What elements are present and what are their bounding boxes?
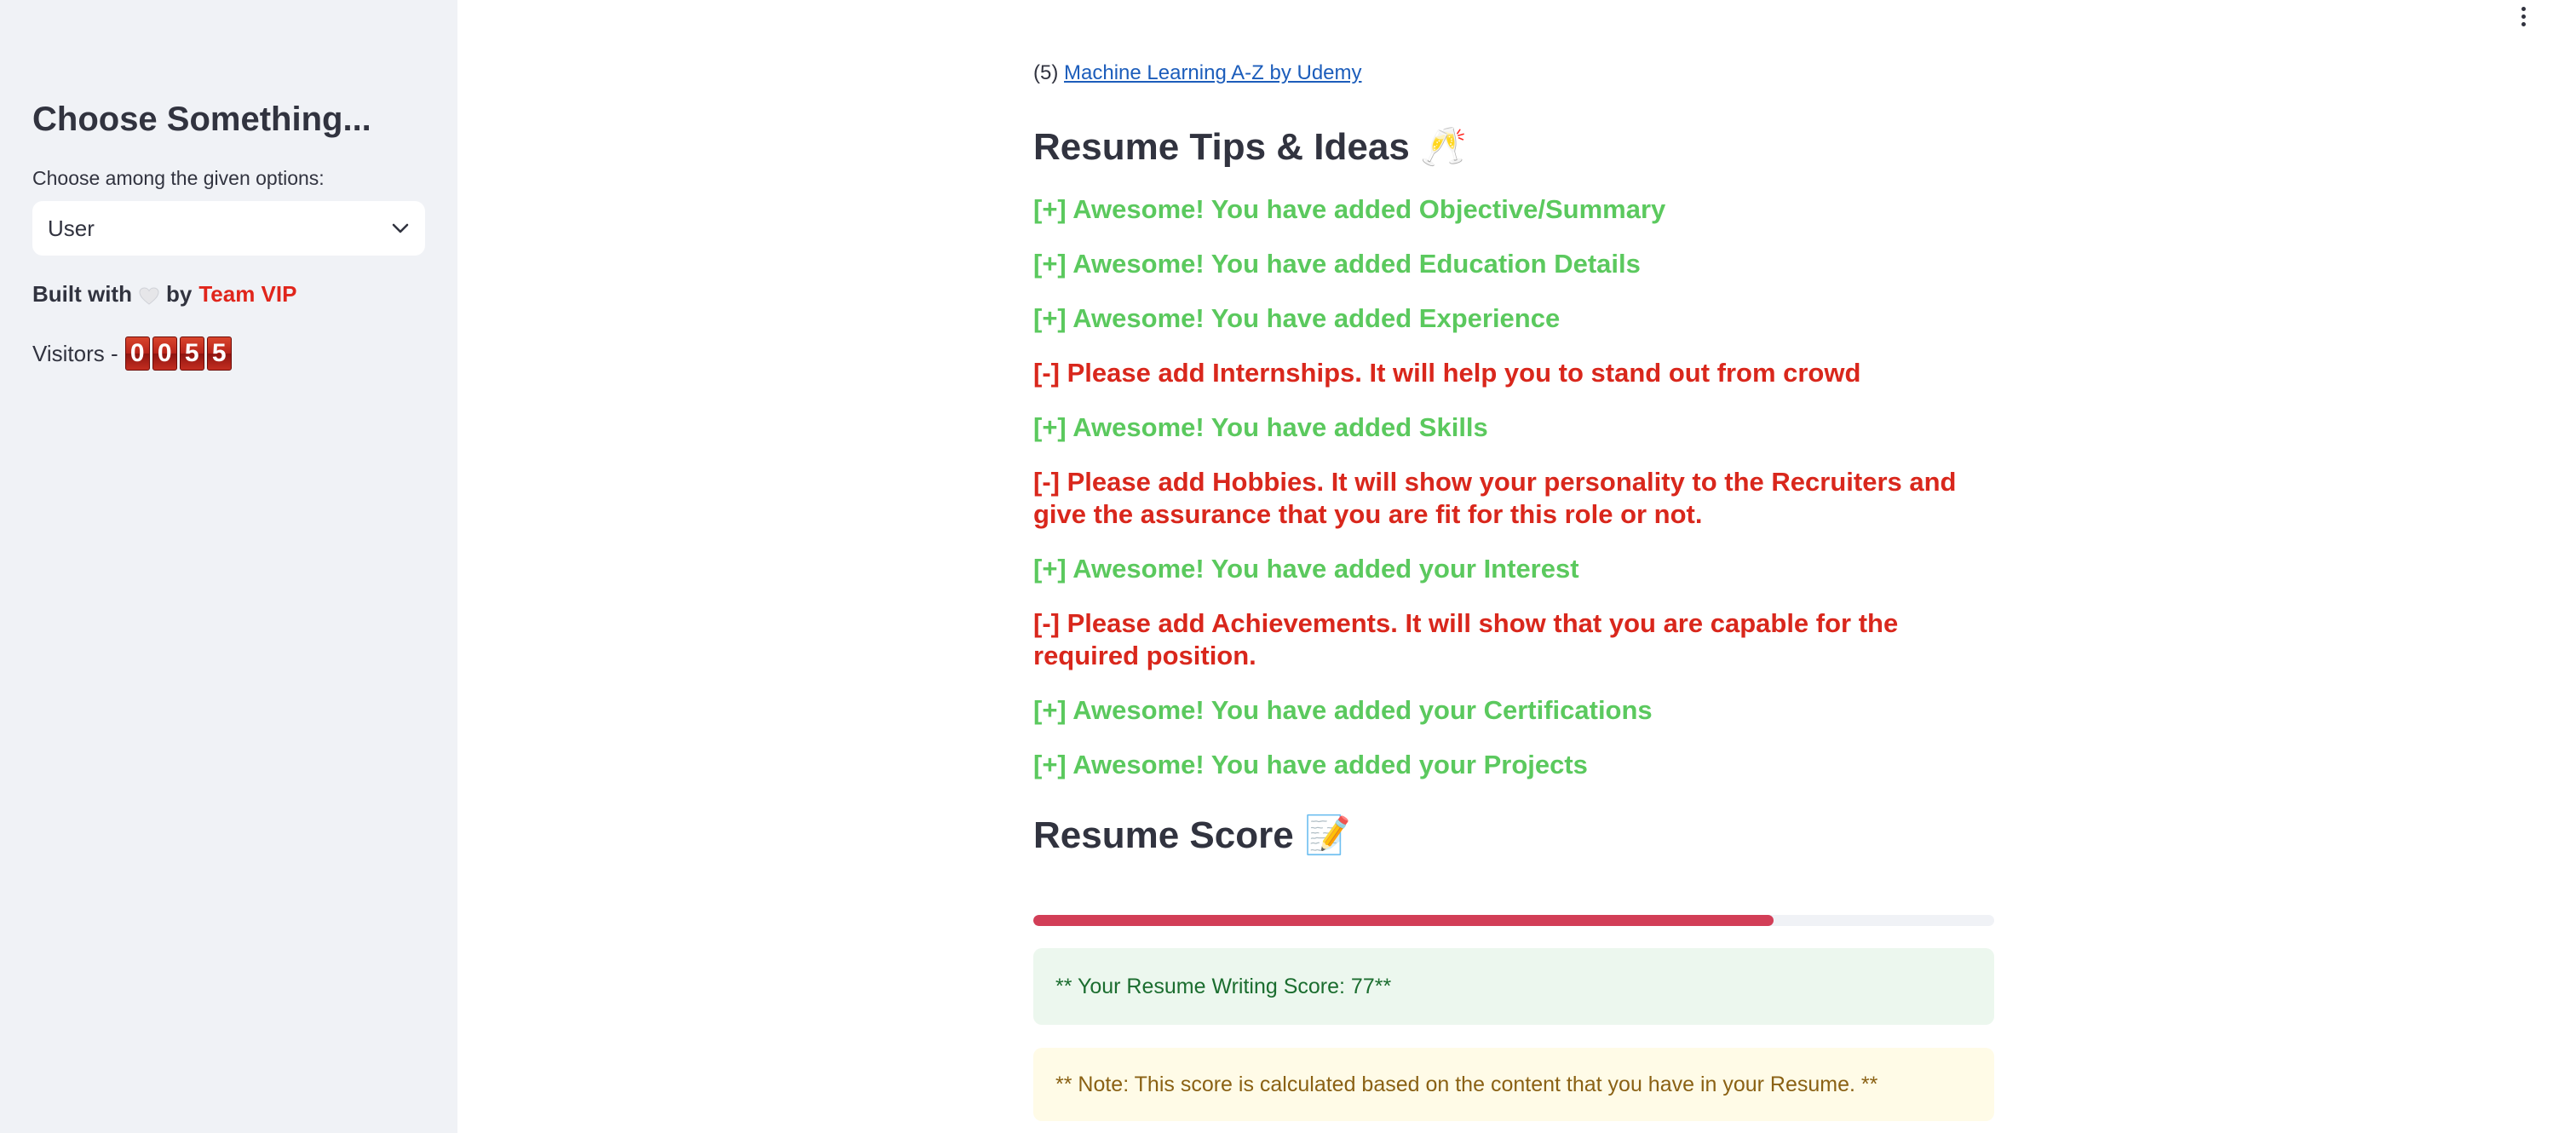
built-by-text: by [165, 281, 193, 307]
memo-icon: 📝 [1303, 814, 1351, 856]
built-with-text: Built with [32, 281, 132, 307]
select-value: User [48, 215, 95, 241]
tip-item: [+] Awesome! You have added your Project… [1033, 750, 1588, 779]
visitor-digit: 0 [152, 336, 177, 371]
tip-item: [+] Awesome! You have added your Interes… [1033, 554, 1579, 584]
score-progress-bar [1033, 915, 1994, 926]
role-select[interactable]: User [32, 201, 425, 256]
tip-item: [-] Please add Internships. It will help… [1033, 358, 1861, 388]
course-recommendation: (5) Machine Learning A-Z by Udemy [1033, 61, 1362, 85]
tips-title-text: Resume Tips & Ideas [1033, 126, 1410, 168]
clinking-glasses-icon: 🥂 [1420, 126, 1467, 168]
sidebar-title: Choose Something... [32, 101, 371, 138]
score-title-text: Resume Score [1033, 814, 1294, 856]
score-note-box: ** Note: This score is calculated based … [1033, 1048, 1994, 1121]
tips-title: Resume Tips & Ideas 🥂 [1033, 124, 1467, 169]
tip-item: [+] Awesome! You have added Skills [1033, 412, 1488, 442]
score-progress-fill [1033, 915, 1774, 926]
tip-item: [+] Awesome! You have added Education De… [1033, 249, 1641, 279]
visitor-counter: 0 0 5 5 [124, 336, 232, 371]
sidebar: Choose Something... Choose among the giv… [0, 0, 457, 1133]
chevron-down-icon [391, 219, 410, 238]
score-title: Resume Score 📝 [1033, 813, 1351, 857]
built-with-line: Built with by Team VIP [32, 281, 296, 308]
team-vip-link[interactable]: Team VIP [198, 281, 296, 308]
heart-icon [139, 285, 159, 305]
score-text: ** Your Resume Writing Score: 77** [1055, 974, 1392, 998]
main-menu-icon[interactable] [2511, 2, 2535, 31]
visitor-digit: 0 [124, 336, 150, 371]
tip-item: [+] Awesome! You have added Experience [1033, 303, 1561, 333]
app-root: Choose Something... Choose among the giv… [0, 0, 2576, 1133]
tip-item: [+] Awesome! You have added your Certifi… [1033, 695, 1653, 725]
select-label: Choose among the given options: [32, 167, 325, 189]
visitors-line: Visitors - 0 0 5 5 [32, 336, 232, 371]
tip-item: [+] Awesome! You have added Objective/Su… [1033, 194, 1666, 224]
course-link[interactable]: Machine Learning A-Z by Udemy [1064, 61, 1362, 84]
visitor-digit: 5 [179, 336, 204, 371]
tip-item: [-] Please add Hobbies. It will show you… [1033, 467, 1957, 529]
visitors-label: Visitors - [32, 340, 118, 366]
visitor-digit: 5 [206, 336, 232, 371]
tip-item: [-] Please add Achievements. It will sho… [1033, 608, 1899, 670]
note-text: ** Note: This score is calculated based … [1055, 1072, 1878, 1096]
course-number: (5) [1033, 61, 1059, 84]
score-success-box: ** Your Resume Writing Score: 77** [1033, 948, 1994, 1025]
